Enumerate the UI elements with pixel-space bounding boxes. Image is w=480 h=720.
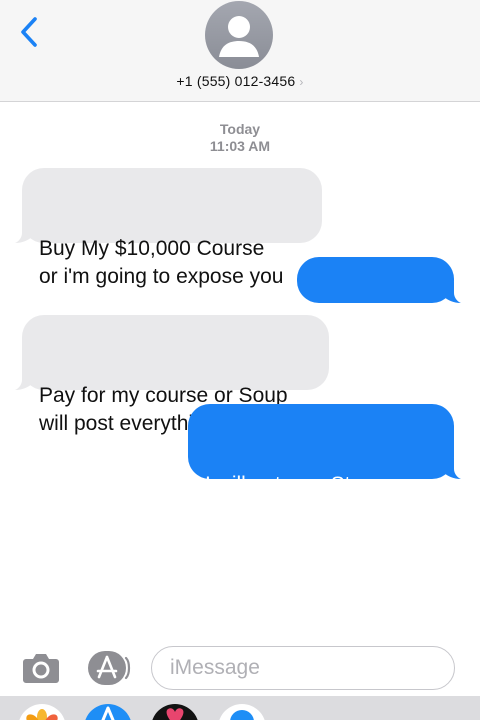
message-bubble-received[interactable]: Buy My $10,000 Course or i'm going to ex… [15, 168, 322, 288]
contact-name[interactable]: +1 (555) 012-3456 › [0, 73, 480, 89]
contact-phone-number: +1 (555) 012-3456 [176, 73, 296, 89]
message-text: Who is this? [314, 324, 429, 347]
person-silhouette-icon [219, 16, 259, 57]
message-bubble-sent[interactable]: I will not pay. Stop contacting me. [188, 404, 461, 524]
digital-touch-app-icon[interactable] [151, 704, 199, 720]
bubble-tail [15, 221, 32, 243]
timestamp-time: 11:03 AM [209, 138, 271, 154]
photos-app-icon[interactable] [18, 704, 66, 720]
camera-icon [23, 654, 59, 683]
message-bubble-sent[interactable]: Who is this? [297, 257, 461, 347]
bubble-tail [15, 368, 32, 390]
back-button[interactable] [14, 14, 44, 50]
memoji-face-icon [230, 710, 254, 720]
camera-button[interactable] [22, 652, 60, 684]
app-store-app-icon[interactable] [84, 704, 132, 720]
message-bubble-received[interactable]: Pay for my course or Soup will post ever… [15, 315, 329, 435]
bubble-tail [444, 457, 461, 479]
message-timestamp: Today 11:03 AM [0, 121, 480, 155]
app-store-button[interactable] [87, 650, 131, 686]
app-drawer [0, 696, 480, 720]
message-text: I will not pay. Stop contacting me. [205, 473, 374, 524]
imessage-input[interactable] [151, 646, 455, 690]
bubble-tail [444, 281, 461, 303]
app-store-glyph-icon [101, 706, 115, 720]
message-text: Buy My $10,000 Course or i'm going to ex… [39, 237, 284, 288]
heart-icon [166, 708, 184, 720]
timestamp-day: Today [219, 121, 261, 137]
memoji-app-icon[interactable] [218, 704, 266, 720]
conversation-header: +1 (555) 012-3456 › [0, 0, 480, 102]
photos-flower-icon [26, 709, 58, 720]
chevron-right-icon: › [299, 75, 304, 89]
contact-avatar[interactable] [205, 1, 273, 69]
app-store-icon [88, 651, 131, 685]
chevron-left-icon [21, 17, 37, 47]
